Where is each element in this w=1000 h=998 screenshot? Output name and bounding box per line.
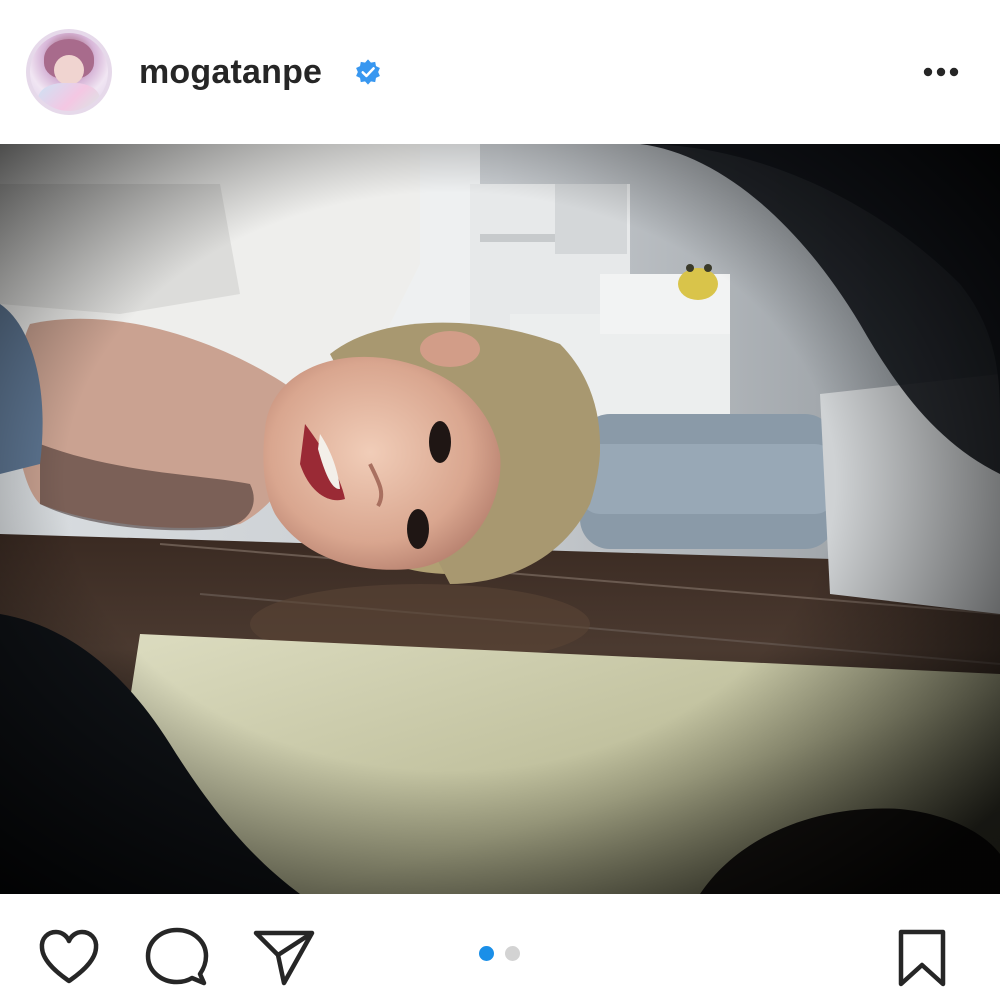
avatar[interactable]	[26, 29, 112, 115]
avatar-face-shape	[54, 55, 84, 85]
post-header: mogatanpe	[0, 0, 1000, 144]
share-paper-plane-icon[interactable]	[252, 927, 316, 987]
post-actions	[0, 894, 1000, 998]
avatar-image	[30, 33, 108, 111]
comment-bubble-icon[interactable]	[145, 927, 209, 987]
post-photo[interactable]	[0, 144, 1000, 894]
carousel-dot-active[interactable]	[479, 946, 494, 961]
save-bookmark-icon[interactable]	[892, 928, 952, 988]
like-heart-icon[interactable]	[37, 927, 101, 987]
more-options-icon[interactable]	[918, 56, 964, 88]
author-username[interactable]: mogatanpe	[139, 50, 322, 94]
carousel-indicator	[477, 946, 527, 962]
photo-illustration	[0, 144, 1000, 894]
carousel-dot-inactive[interactable]	[505, 946, 520, 961]
instagram-post: mogatanpe	[0, 0, 1000, 998]
avatar-body-shape	[38, 83, 100, 111]
verified-badge-icon	[356, 59, 380, 85]
